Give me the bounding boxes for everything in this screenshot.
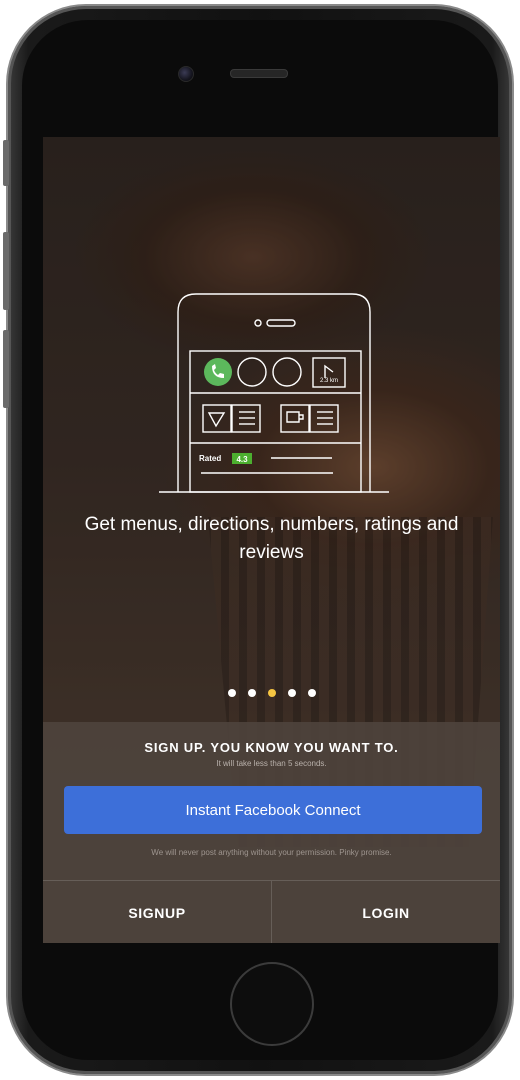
page-dot[interactable]	[227, 689, 236, 697]
distance-label: 2.3 km	[320, 378, 338, 384]
page-indicator[interactable]	[43, 689, 500, 697]
front-camera	[178, 66, 194, 82]
page-dot-active[interactable]	[267, 689, 276, 697]
illustration-empty-circle-1	[237, 357, 267, 387]
app-screen: 2.3 km Rated 4.3 Get menus, directions, …	[43, 137, 500, 943]
coffee-box	[280, 404, 310, 433]
page-dot[interactable]	[247, 689, 256, 697]
volume-down-button	[3, 330, 9, 408]
home-button[interactable]	[230, 962, 314, 1046]
privacy-note: We will never post anything without your…	[151, 848, 392, 857]
page-dot[interactable]	[287, 689, 296, 697]
signup-subtitle: It will take less than 5 seconds.	[216, 759, 327, 768]
illustration-speaker	[266, 319, 296, 327]
illustration-camera	[254, 319, 262, 327]
page-dot[interactable]	[307, 689, 316, 697]
rated-label: Rated	[199, 454, 221, 463]
illustration-empty-circle-2	[272, 357, 302, 387]
directions-arrow-icon	[324, 364, 334, 378]
facebook-connect-button[interactable]: Instant Facebook Connect	[64, 786, 482, 834]
auth-actions: SIGNUP LOGIN	[43, 880, 500, 943]
signup-title: SIGN UP. YOU KNOW YOU WANT TO.	[144, 740, 399, 755]
rating-value: 4.3	[236, 455, 248, 464]
mute-switch	[3, 140, 9, 186]
signup-button[interactable]: SIGNUP	[43, 881, 272, 943]
pizza-box	[202, 404, 232, 433]
earpiece-speaker	[230, 69, 288, 78]
login-button[interactable]: LOGIN	[272, 881, 500, 943]
volume-up-button	[3, 232, 9, 310]
phone-call-icon	[204, 358, 232, 386]
signup-panel: SIGN UP. YOU KNOW YOU WANT TO. It will t…	[43, 722, 500, 943]
pizza-icon	[207, 412, 226, 428]
coffee-cup-icon	[286, 411, 304, 423]
feature-illustration: 2.3 km Rated 4.3	[159, 293, 389, 493]
onboarding-tagline: Get menus, directions, numbers, ratings …	[84, 514, 459, 563]
